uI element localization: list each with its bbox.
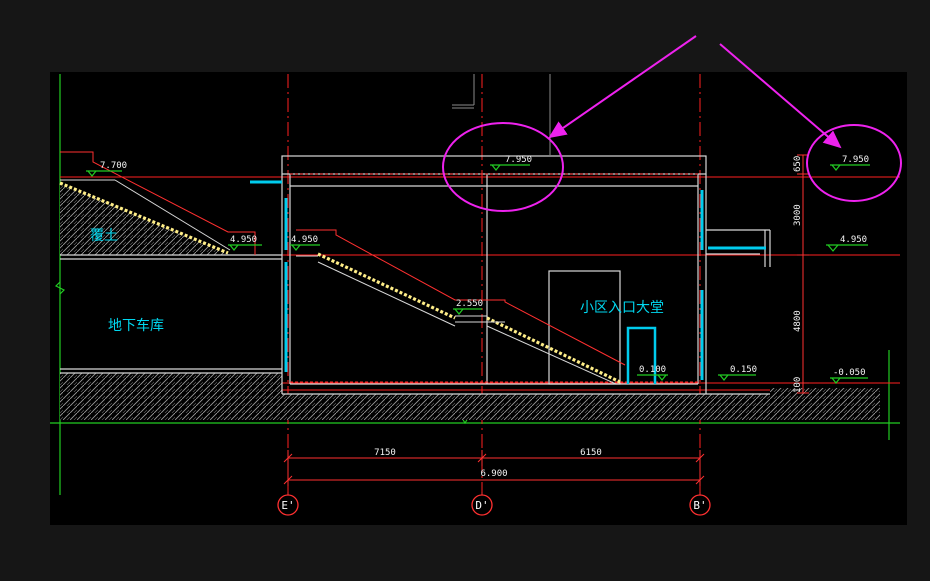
elev-landing: 2.550 <box>456 299 483 309</box>
dim-650: 650 <box>793 156 803 172</box>
elev-roof-right: 7.950 <box>842 155 869 165</box>
axis-label-b: B' <box>693 499 706 512</box>
label-garage: 地下车库 <box>108 317 164 334</box>
elev-outdoor-floor: 0.150 <box>730 365 757 375</box>
axis-label-d: D' <box>475 499 488 512</box>
dim-left-span: 7150 <box>374 448 396 458</box>
label-lobby: 小区入口大堂 <box>580 300 664 316</box>
elev-roof-mid: 7.950 <box>505 155 532 165</box>
elev-hall-upper: 4.950 <box>291 235 318 245</box>
elev-top-left: 7.700 <box>100 161 127 171</box>
elev-garage-top: 4.950 <box>230 235 257 245</box>
axis-label-e: E' <box>281 499 294 512</box>
label-fill-soil: 覆土 <box>90 228 118 244</box>
dim-4800: 4800 <box>793 310 803 332</box>
dim-3000: 3000 <box>793 204 803 226</box>
dim-right-span: 6150 <box>580 448 602 458</box>
cad-drawing: 650 3000 4800 100 7150 6150 6.900 E' D' … <box>50 35 907 525</box>
elev-right-low: -0.050 <box>833 368 866 378</box>
elev-lobby-floor: 0.100 <box>639 365 666 375</box>
dim-total: 6.900 <box>480 469 507 479</box>
dim-100: 100 <box>793 377 803 393</box>
elev-right-mid: 4.950 <box>840 235 867 245</box>
